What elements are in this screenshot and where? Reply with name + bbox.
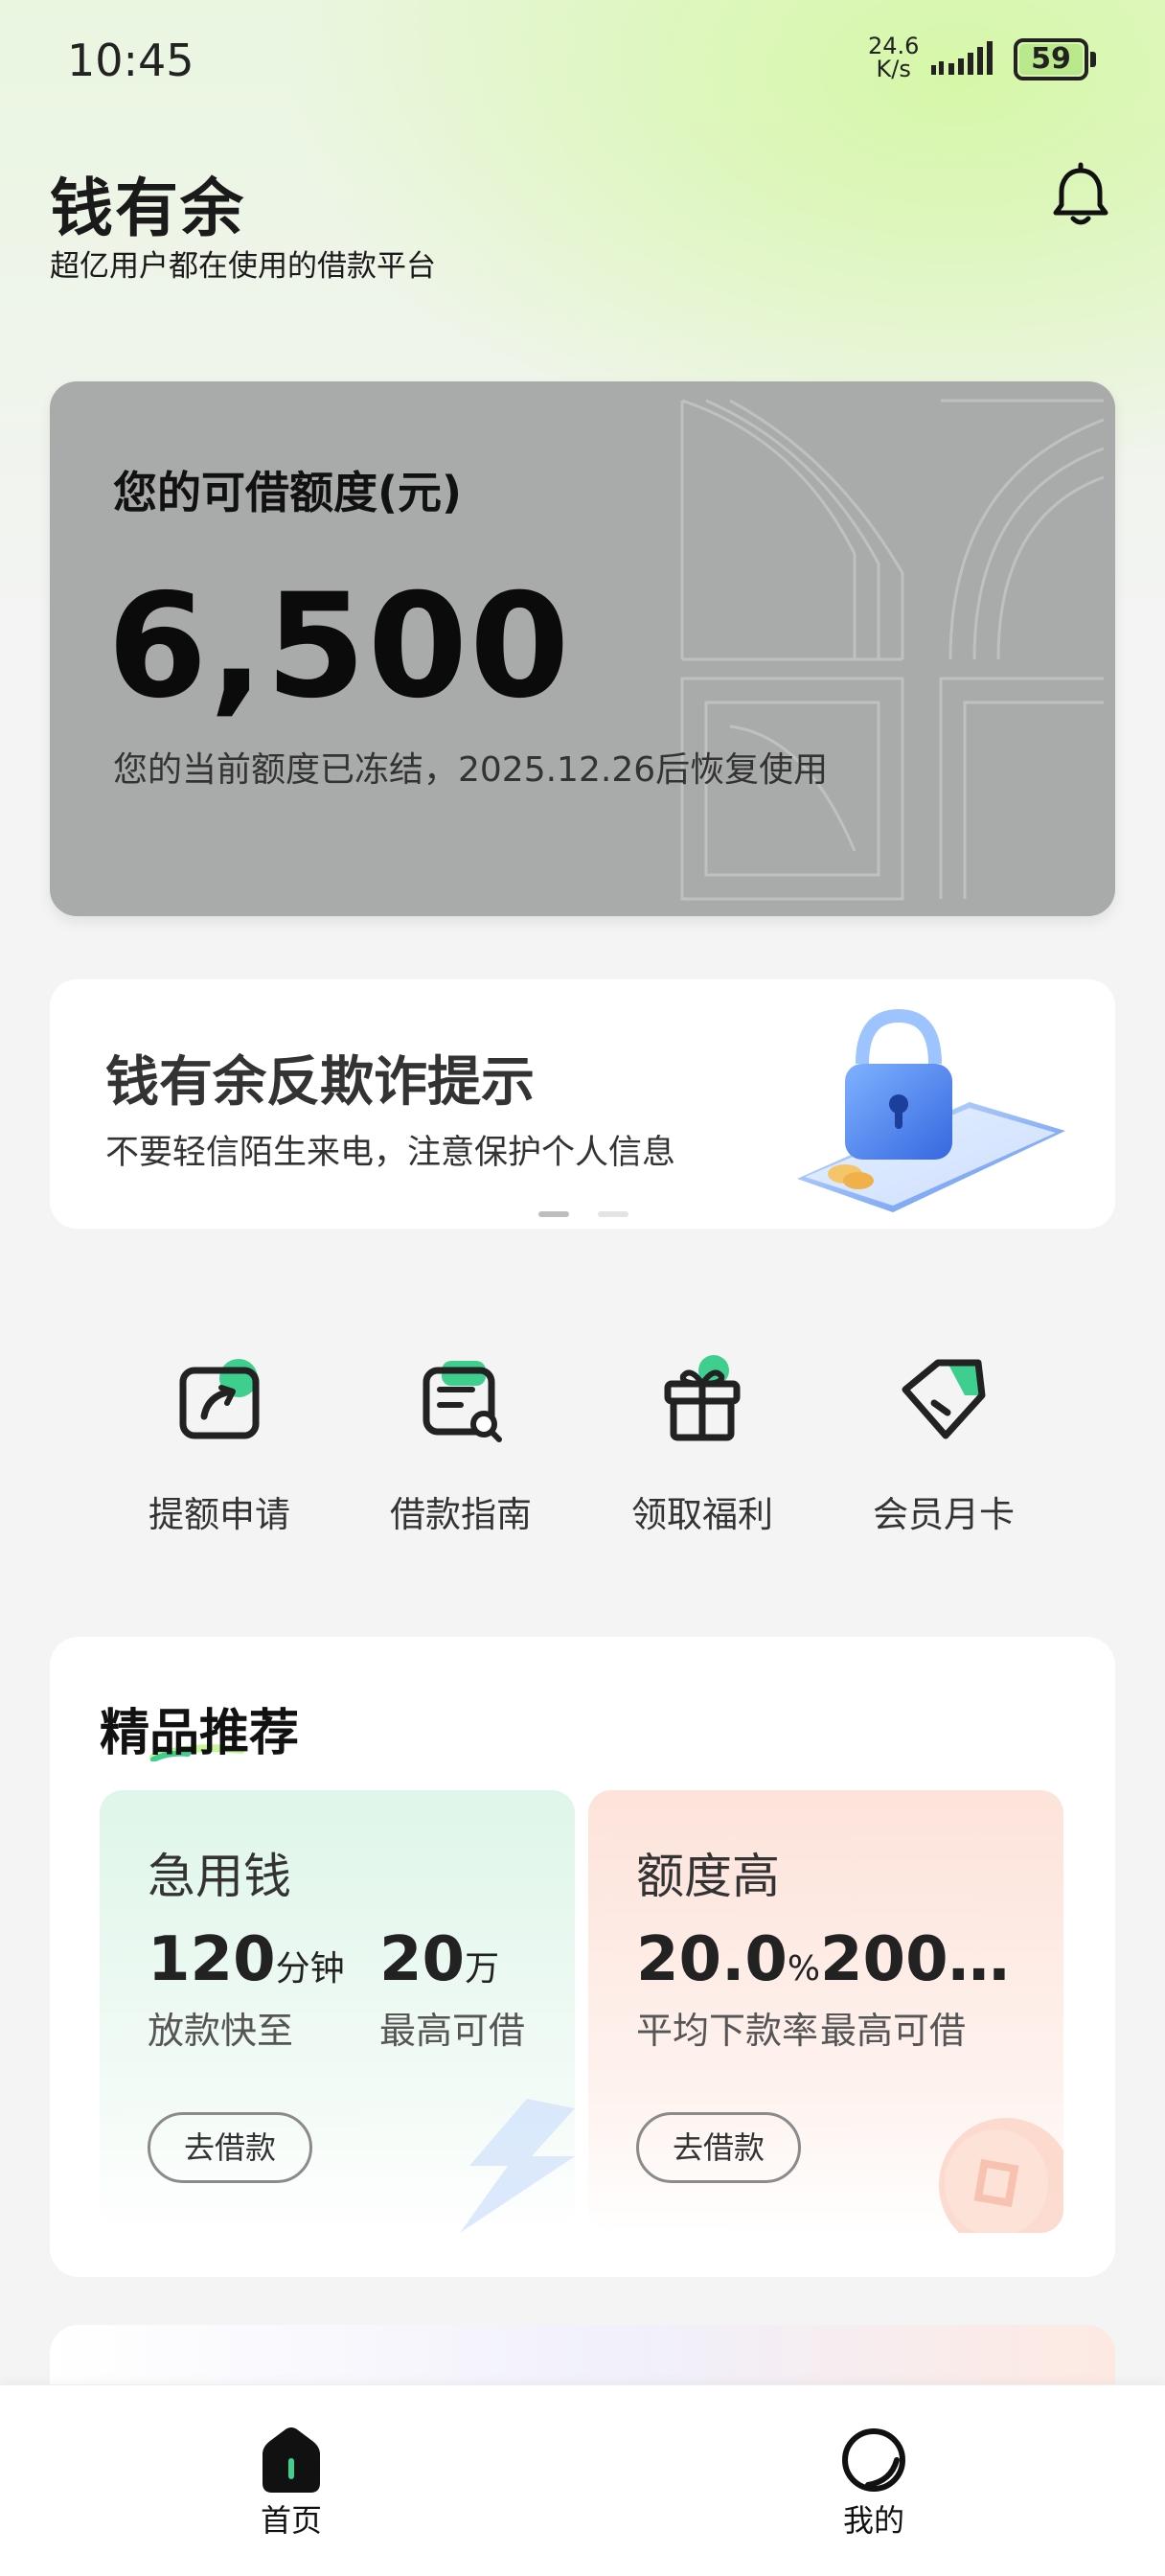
battery-indicator: 59 (1014, 38, 1096, 80)
product-stat-value: 20.0% (636, 1924, 820, 1995)
featured-title: 精品推荐 (100, 1705, 300, 1762)
stat-number: 120 (148, 1924, 276, 1995)
app-subtitle: 超亿用户都在使用的借款平台 (50, 249, 436, 284)
member-card-icon (902, 1359, 986, 1439)
nav-item-profile[interactable]: 我的 (778, 2385, 970, 2576)
quick-action-raise-limit[interactable]: 提额申请 (119, 1351, 320, 1543)
featured-section: 精品推荐 急用钱 120分钟 放款快至 20万 最高可借 去借款 额度高 20.… (50, 1637, 1115, 2277)
network-speed-value: 24.6 (868, 33, 920, 59)
app-title: 钱有余 (50, 172, 245, 245)
card-decoration-pattern (680, 399, 1105, 901)
product-stat-label: 放款快至 (148, 2010, 294, 2052)
signal-icon (931, 41, 993, 75)
lock-phone-illustration (797, 1008, 1065, 1212)
borrow-button[interactable]: 去借款 (148, 2112, 312, 2183)
stat-number: 200… (820, 1924, 1010, 1995)
product-stat-value: 200… (820, 1924, 1010, 1995)
banner-subtitle: 不要轻信陌生来电，注意保护个人信息 (105, 1134, 676, 1172)
credit-limit-amount: 6,500 (107, 564, 572, 730)
quick-action-label: 借款指南 (390, 1494, 532, 1535)
credit-limit-label: 您的可借额度(元) (113, 467, 463, 518)
profile-icon (842, 2428, 905, 2492)
anti-fraud-banner[interactable]: 钱有余反欺诈提示 不要轻信陌生来电，注意保护个人信息 (50, 979, 1115, 1229)
quick-action-loan-guide[interactable]: 借款指南 (360, 1351, 561, 1543)
credit-limit-card: 您的可借额度(元) 6,500 您的当前额度已冻结，2025.12.26后恢复使… (50, 381, 1115, 916)
nav-item-home[interactable]: 首页 (195, 2385, 387, 2576)
bottom-nav: 首页 我的 (0, 2384, 1165, 2576)
home-icon (263, 2427, 320, 2493)
banner-title: 钱有余反欺诈提示 (105, 1051, 535, 1114)
coin-icon (939, 2118, 1063, 2233)
product-stat-label: 最高可借 (820, 2010, 967, 2052)
bell-icon[interactable] (1044, 159, 1117, 232)
product-name: 急用钱 (148, 1849, 291, 1904)
status-time: 10:45 (67, 34, 194, 86)
nav-label: 我的 (842, 2502, 904, 2539)
borrow-button[interactable]: 去借款 (636, 2112, 801, 2183)
stat-number: 20 (379, 1924, 466, 1995)
gift-icon (664, 1355, 741, 1441)
quick-action-member-card[interactable]: 会员月卡 (843, 1351, 1044, 1543)
quick-action-label: 提额申请 (148, 1494, 290, 1535)
credit-frozen-note: 您的当前额度已冻结，2025.12.26后恢复使用 (113, 750, 829, 790)
product-stat-label: 平均下款率 (636, 2010, 819, 2052)
product-card-urgent[interactable]: 急用钱 120分钟 放款快至 20万 最高可借 去借款 (100, 1790, 575, 2233)
raise-limit-icon (179, 1359, 260, 1439)
status-bar: 10:45 24.6 K/s 59 (0, 0, 1165, 125)
product-stat-value: 20万 (379, 1924, 499, 1995)
quick-action-label: 会员月卡 (873, 1494, 1015, 1535)
quick-action-label: 领取福利 (631, 1494, 773, 1535)
battery-tip (1090, 52, 1096, 67)
stat-unit: 分钟 (275, 1949, 345, 1989)
network-speed: 24.6 K/s (868, 34, 919, 80)
product-stat-label: 最高可借 (379, 2010, 526, 2052)
battery-level: 59 (1031, 42, 1071, 76)
carousel-dot[interactable] (598, 1211, 628, 1217)
carousel-dot-active[interactable] (538, 1211, 569, 1217)
stat-unit: 万 (465, 1949, 500, 1989)
lightning-icon (460, 2099, 575, 2233)
quick-action-benefits[interactable]: 领取福利 (602, 1351, 803, 1543)
loan-guide-icon (423, 1361, 502, 1442)
network-speed-unit: K/s (876, 56, 911, 82)
product-card-high-limit[interactable]: 额度高 20.0% 平均下款率 200… 最高可借 去借款 (588, 1790, 1063, 2233)
stat-unit: % (787, 1949, 821, 1989)
nav-label: 首页 (260, 2502, 322, 2539)
product-stat-value: 120分钟 (148, 1924, 345, 1995)
stat-number: 20.0 (636, 1924, 788, 1995)
product-name: 额度高 (636, 1849, 780, 1904)
